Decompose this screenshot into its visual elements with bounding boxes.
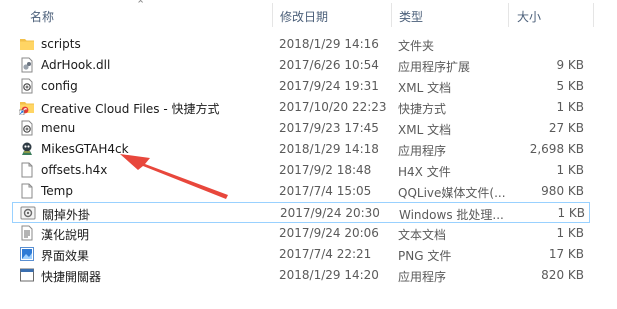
file-row[interactable]: MikesGTAH4ck 2018/1/29 14:18 应用程序 2,698 KB [12, 139, 588, 160]
file-size: 1 KB [557, 206, 585, 220]
file-modified-date: 2017/10/20 22:23 [279, 100, 387, 114]
column-divider[interactable] [593, 3, 594, 27]
file-size: 1 KB [556, 100, 584, 114]
file-name: Creative Cloud Files - 快捷方式 [41, 102, 220, 116]
file-modified-date: 2017/7/4 15:05 [279, 184, 372, 198]
file-type: 文件夹 [398, 39, 435, 53]
file-size: 27 KB [548, 121, 584, 135]
file-modified-date: 2017/7/4 22:21 [279, 247, 372, 261]
file-row[interactable]: Temp 2017/7/4 15:05 QQLive媒体文件(... 980 KB [12, 181, 588, 202]
file-name: 界面效果 [41, 249, 90, 263]
file-size: 9 KB [556, 58, 584, 72]
text-file-icon [19, 225, 35, 241]
file-modified-date: 2018/1/29 14:18 [279, 142, 379, 156]
file-row[interactable]: 界面效果 2017/7/4 22:21 PNG 文件 17 KB [12, 244, 588, 265]
column-header: ⌃ 名称 修改日期 类型 大小 [0, 0, 617, 30]
file-name: 漢化說明 [41, 228, 90, 242]
file-row[interactable]: 漢化說明 2017/9/24 20:06 文本文档 1 KB [12, 223, 588, 244]
xml-file-icon [19, 78, 35, 94]
shortcut-folder-icon [18, 99, 35, 116]
file-name: AdrHook.dll [41, 58, 111, 72]
file-modified-date: 2017/9/24 19:31 [279, 79, 379, 93]
file-size: 1 KB [556, 226, 584, 240]
file-row[interactable]: Creative Cloud Files - 快捷方式 2017/10/20 22… [12, 97, 588, 118]
blank-file-icon [19, 162, 35, 178]
file-type: XML 文档 [398, 123, 452, 137]
app-window-icon [19, 267, 35, 283]
column-divider[interactable] [391, 3, 392, 27]
file-row[interactable]: 關掉外掛 2017/9/24 20:30 Windows 批处理... 1 KB [12, 202, 590, 223]
file-row[interactable]: menu 2017/9/23 17:45 XML 文档 27 KB [12, 118, 588, 139]
file-type: PNG 文件 [398, 249, 452, 263]
file-row[interactable]: config 2017/9/24 19:31 XML 文档 5 KB [12, 76, 588, 97]
file-name: scripts [41, 37, 81, 51]
file-row[interactable]: 快捷開關器 2018/1/29 14:20 应用程序 820 KB [12, 265, 588, 286]
file-name: offsets.h4x [41, 163, 108, 177]
dll-file-icon [19, 57, 35, 73]
file-modified-date: 2018/1/29 14:16 [279, 37, 379, 51]
file-type: 快捷方式 [398, 102, 447, 116]
file-modified-date: 2017/6/26 10:54 [279, 58, 379, 72]
xml-file-icon [19, 120, 35, 136]
file-name: MikesGTAH4ck [41, 142, 129, 156]
file-type: 应用程序扩展 [398, 60, 471, 74]
sort-ascending-icon[interactable]: ⌃ [136, 0, 145, 11]
column-header-name[interactable]: 名称 [30, 8, 54, 25]
file-size: 17 KB [548, 247, 584, 261]
file-modified-date: 2017/9/24 20:06 [279, 226, 379, 240]
file-type: H4X 文件 [398, 165, 451, 179]
folder-icon [19, 36, 35, 52]
file-name: 快捷開關器 [41, 270, 102, 284]
column-header-date[interactable]: 修改日期 [280, 8, 328, 25]
file-modified-date: 2017/9/23 17:45 [279, 121, 379, 135]
file-size: 980 KB [541, 184, 584, 198]
file-type: XML 文档 [398, 81, 452, 95]
batch-file-icon [20, 205, 36, 221]
file-name: Temp [41, 184, 73, 198]
file-type: 应用程序 [398, 270, 447, 284]
file-name: menu [41, 121, 76, 135]
application-icon [19, 141, 35, 157]
file-name: config [41, 79, 78, 93]
file-type: 文本文档 [398, 228, 447, 242]
column-header-size[interactable]: 大小 [517, 8, 541, 25]
file-modified-date: 2017/9/24 20:30 [280, 206, 380, 220]
file-size: 5 KB [556, 79, 584, 93]
file-name: 關掉外掛 [42, 208, 91, 222]
file-row[interactable]: scripts 2018/1/29 14:16 文件夹 [12, 34, 588, 55]
column-divider[interactable] [272, 3, 273, 27]
blank-file-icon [19, 183, 35, 199]
file-size: 2,698 KB [529, 142, 584, 156]
file-modified-date: 2018/1/29 14:20 [279, 268, 379, 282]
file-type: 应用程序 [398, 144, 447, 158]
column-divider[interactable] [508, 3, 509, 27]
file-row[interactable]: offsets.h4x 2017/9/2 18:48 H4X 文件 1 KB [12, 160, 588, 181]
file-size: 820 KB [541, 268, 584, 282]
column-header-type[interactable]: 类型 [399, 8, 423, 25]
file-modified-date: 2017/9/2 18:48 [279, 163, 372, 177]
file-row[interactable]: AdrHook.dll 2017/6/26 10:54 应用程序扩展 9 KB [12, 55, 588, 76]
file-size: 1 KB [556, 163, 584, 177]
png-file-icon [19, 246, 35, 262]
